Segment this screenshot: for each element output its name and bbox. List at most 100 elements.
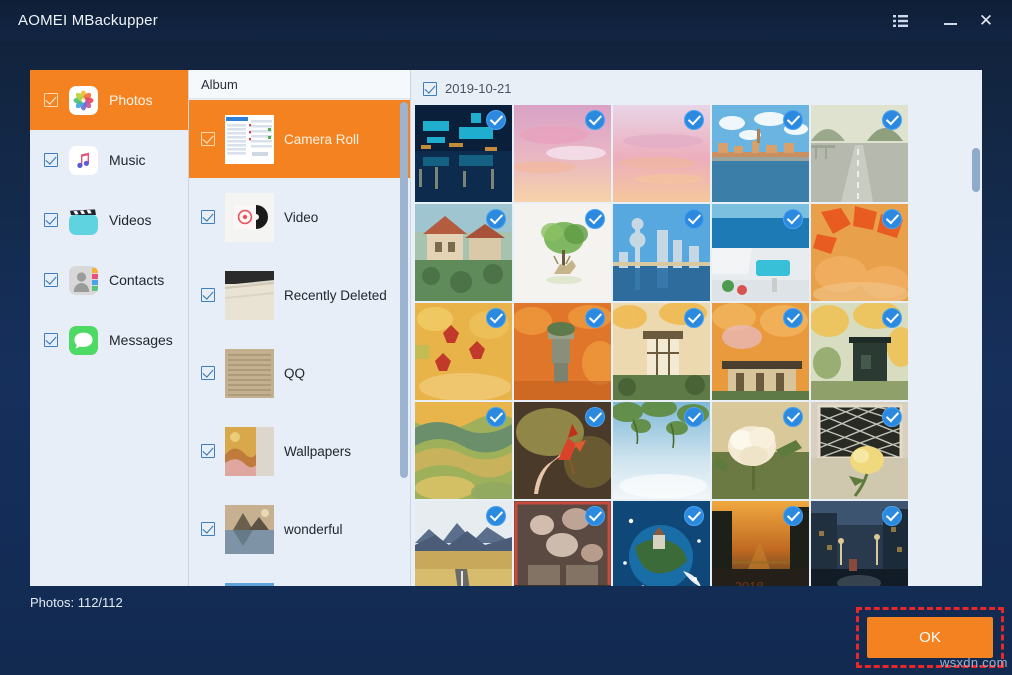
- list-menu-icon[interactable]: [882, 0, 918, 41]
- photo-thumbnail[interactable]: [811, 105, 908, 202]
- videos-checkbox[interactable]: [44, 213, 58, 227]
- photo-selected-badge[interactable]: [783, 407, 803, 427]
- photo-grid-panel: 2019-10-21: [411, 70, 982, 586]
- photo-thumbnail[interactable]: [712, 105, 809, 202]
- photo-thumbnail[interactable]: [514, 303, 611, 400]
- photo-thumbnail[interactable]: [514, 402, 611, 499]
- album-item-camera-roll[interactable]: Camera Roll: [189, 100, 410, 178]
- album-checkbox[interactable]: [201, 288, 215, 302]
- photo-thumbnail[interactable]: [415, 501, 512, 586]
- photo-thumbnail[interactable]: [712, 303, 809, 400]
- application-window: AOMEI MBackupper ✕: [0, 0, 1012, 675]
- photo-selected-badge[interactable]: [882, 308, 902, 328]
- sidebar-item-messages[interactable]: Messages: [30, 310, 188, 370]
- sidebar-item-videos[interactable]: Videos: [30, 190, 188, 250]
- photo-selected-badge[interactable]: [486, 110, 506, 130]
- photo-thumbnail[interactable]: [712, 204, 809, 301]
- photo-thumbnail[interactable]: [415, 204, 512, 301]
- ok-button[interactable]: OK: [867, 617, 993, 658]
- photo-thumbnail[interactable]: [712, 402, 809, 499]
- photo-selected-badge[interactable]: [882, 110, 902, 130]
- photo-thumbnail[interactable]: [811, 204, 908, 301]
- photo-thumbnail[interactable]: [514, 501, 611, 586]
- photo-selected-badge[interactable]: [486, 506, 506, 526]
- album-item-wonderful[interactable]: wonderful: [189, 490, 410, 568]
- photo-thumbnail[interactable]: 2018: [712, 501, 809, 586]
- photo-selected-badge[interactable]: [783, 209, 803, 229]
- sidebar-item-contacts[interactable]: Contacts: [30, 250, 188, 310]
- album-item-label: wonderful: [284, 522, 343, 537]
- album-checkbox[interactable]: [201, 366, 215, 380]
- photo-selected-badge[interactable]: [882, 506, 902, 526]
- photo-thumbnail[interactable]: [613, 402, 710, 499]
- sidebar-item-label: Contacts: [109, 272, 164, 288]
- photo-thumbnail[interactable]: [811, 303, 908, 400]
- photo-thumbnail[interactable]: [514, 204, 611, 301]
- photo-selected-badge[interactable]: [684, 506, 704, 526]
- photo-selected-badge[interactable]: [486, 308, 506, 328]
- album-column: Album: [189, 70, 411, 586]
- album-checkbox[interactable]: [201, 132, 215, 146]
- photo-thumbnail[interactable]: [613, 501, 710, 586]
- album-item-qq[interactable]: QQ: [189, 334, 410, 412]
- photos-icon: [69, 86, 98, 115]
- album-checkbox[interactable]: [201, 522, 215, 536]
- photo-selected-badge[interactable]: [684, 407, 704, 427]
- photo-selected-badge[interactable]: [486, 407, 506, 427]
- album-scrollbar-thumb[interactable]: [400, 102, 408, 478]
- photo-selected-badge[interactable]: [585, 209, 605, 229]
- contacts-icon: [69, 266, 98, 295]
- photo-selected-badge[interactable]: [684, 308, 704, 328]
- photo-selected-badge[interactable]: [882, 407, 902, 427]
- photo-thumbnail[interactable]: [613, 204, 710, 301]
- photo-selected-badge[interactable]: [585, 407, 605, 427]
- window-controls: ✕: [882, 0, 1012, 41]
- album-item-wallpapers[interactable]: Wallpapers: [189, 412, 410, 490]
- album-item-recently-deleted[interactable]: Recently Deleted: [189, 256, 410, 334]
- photo-thumbnail[interactable]: [811, 501, 908, 586]
- album-item-label: Camera Roll: [284, 132, 359, 147]
- photo-thumbnail[interactable]: [514, 105, 611, 202]
- album-checkbox[interactable]: [201, 444, 215, 458]
- album-item-partial[interactable]: [189, 568, 410, 586]
- photo-selected-badge[interactable]: [783, 308, 803, 328]
- photo-thumbnail[interactable]: [415, 105, 512, 202]
- photo-thumbnail[interactable]: [613, 105, 710, 202]
- photo-selected-badge[interactable]: [585, 110, 605, 130]
- photo-selected-badge[interactable]: [783, 110, 803, 130]
- album-item-video[interactable]: Video: [189, 178, 410, 256]
- videos-icon: [69, 206, 98, 235]
- messages-icon: [69, 326, 98, 355]
- date-group-checkbox[interactable]: [423, 82, 437, 96]
- photo-selected-badge[interactable]: [684, 110, 704, 130]
- photos-checkbox[interactable]: [44, 93, 58, 107]
- photo-selected-badge[interactable]: [585, 308, 605, 328]
- photo-grid: 2018: [411, 105, 982, 586]
- music-checkbox[interactable]: [44, 153, 58, 167]
- album-header-label: Album: [201, 77, 238, 92]
- sidebar-item-photos[interactable]: Photos: [30, 70, 188, 130]
- photo-thumbnail[interactable]: [415, 402, 512, 499]
- photo-thumbnail[interactable]: [415, 303, 512, 400]
- album-thumbnail: [225, 427, 274, 476]
- date-group-header[interactable]: 2019-10-21: [411, 70, 982, 105]
- album-item-label: Video: [284, 210, 318, 225]
- photo-thumbnail[interactable]: [613, 303, 710, 400]
- minimize-button[interactable]: [932, 0, 968, 41]
- photo-selected-badge[interactable]: [585, 506, 605, 526]
- sidebar-item-music[interactable]: Music: [30, 130, 188, 190]
- album-checkbox[interactable]: [201, 210, 215, 224]
- messages-checkbox[interactable]: [44, 333, 58, 347]
- close-button[interactable]: ✕: [968, 0, 1004, 41]
- photo-selected-badge[interactable]: [486, 209, 506, 229]
- category-sidebar: Photos Music: [30, 70, 189, 586]
- photo-selected-badge[interactable]: [684, 209, 704, 229]
- photo-grid-scrollbar-thumb[interactable]: [972, 148, 980, 192]
- photo-selected-badge[interactable]: [882, 209, 902, 229]
- photo-selected-badge[interactable]: [783, 506, 803, 526]
- album-thumbnail: [225, 583, 274, 587]
- contacts-checkbox[interactable]: [44, 273, 58, 287]
- title-bar: AOMEI MBackupper ✕: [0, 0, 1012, 41]
- photo-thumbnail[interactable]: [811, 402, 908, 499]
- album-thumbnail: [225, 505, 274, 554]
